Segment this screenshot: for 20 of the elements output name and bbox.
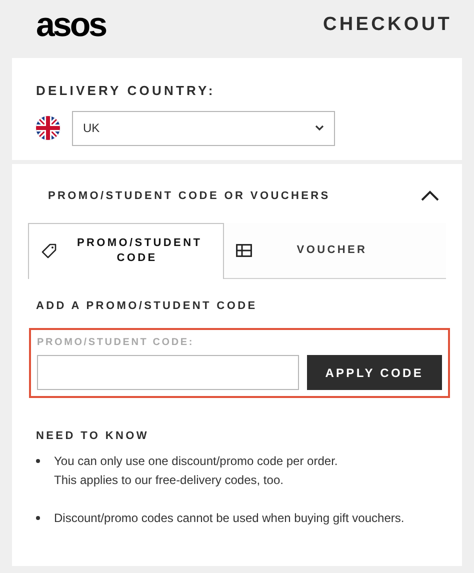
section-label: DELIVERY COUNTRY: [36,82,216,100]
flag-icon [36,116,60,140]
country-select[interactable]: UK [72,110,335,146]
tab[interactable]: PROMO/STUDENT CODE [28,222,224,278]
chevron-up-icon[interactable] [420,190,440,202]
bullet-icon [36,516,40,520]
apply-code-button[interactable]: APPLY CODE [306,355,442,390]
field-label: PROMO/STUDENT CODE: [37,336,195,350]
logo[interactable]: asos [36,8,106,42]
info-text: Discount/promo codes cannot be used when buying gift vouchers. [54,510,404,526]
section-heading: NEED TO KNOW [35,429,150,444]
tag-icon [41,243,57,259]
page-title: CHECKOUT [323,12,452,37]
bullet-icon [36,458,40,462]
chevron-down-icon [315,125,324,131]
voucher-icon [236,244,252,256]
section-title: PROMO/STUDENT CODE OR VOUCHERS [48,189,330,204]
section-heading: ADD A PROMO/STUDENT CODE [35,298,258,314]
code-input[interactable] [37,355,299,390]
info-text: You can only use one discount/promo code per order. This applies to our free-delivery codes, too. [54,452,338,488]
